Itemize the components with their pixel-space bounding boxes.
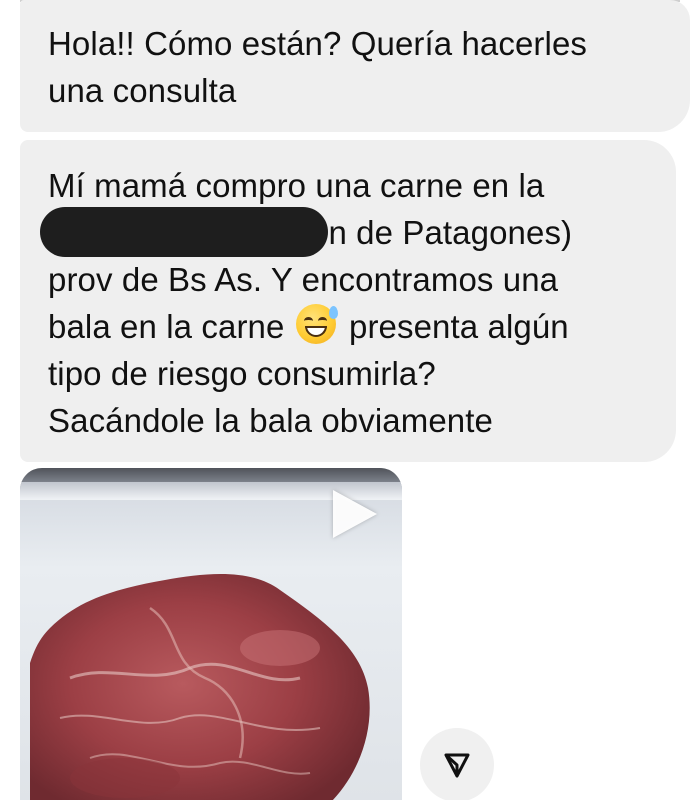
send-icon: [444, 753, 470, 778]
message-line: una consulta: [48, 72, 237, 109]
message-line: bala en la carne presenta algún: [48, 303, 648, 350]
message-line-text: presenta algún: [349, 308, 569, 345]
message-bubble-2[interactable]: Mí mamá compro una carne en la en de Pat…: [20, 140, 676, 462]
video-frame-meat: [30, 574, 370, 800]
redaction-bar: [40, 207, 328, 257]
message-line: prov de Bs As. Y encontramos una: [48, 261, 559, 298]
message-line-text: en de Patagones): [310, 214, 573, 251]
message-bubble-1[interactable]: Hola!! Cómo están? Quería hacerles una c…: [20, 0, 690, 132]
sweat-smile-emoji-icon: [295, 304, 338, 344]
play-icon[interactable]: [333, 490, 377, 538]
message-line: tipo de riesgo consumirla?: [48, 355, 436, 392]
message-line-text: bala en la carne: [48, 308, 285, 345]
message-line: Sacándole la bala obviamente: [48, 402, 493, 439]
message-line: Hola!! Cómo están? Quería hacerles: [48, 25, 588, 62]
chat-thread: Hola!! Cómo están? Quería hacerles una c…: [0, 0, 700, 800]
send-button[interactable]: [420, 728, 494, 800]
message-line: Mí mamá compro una carne en la: [48, 167, 545, 204]
